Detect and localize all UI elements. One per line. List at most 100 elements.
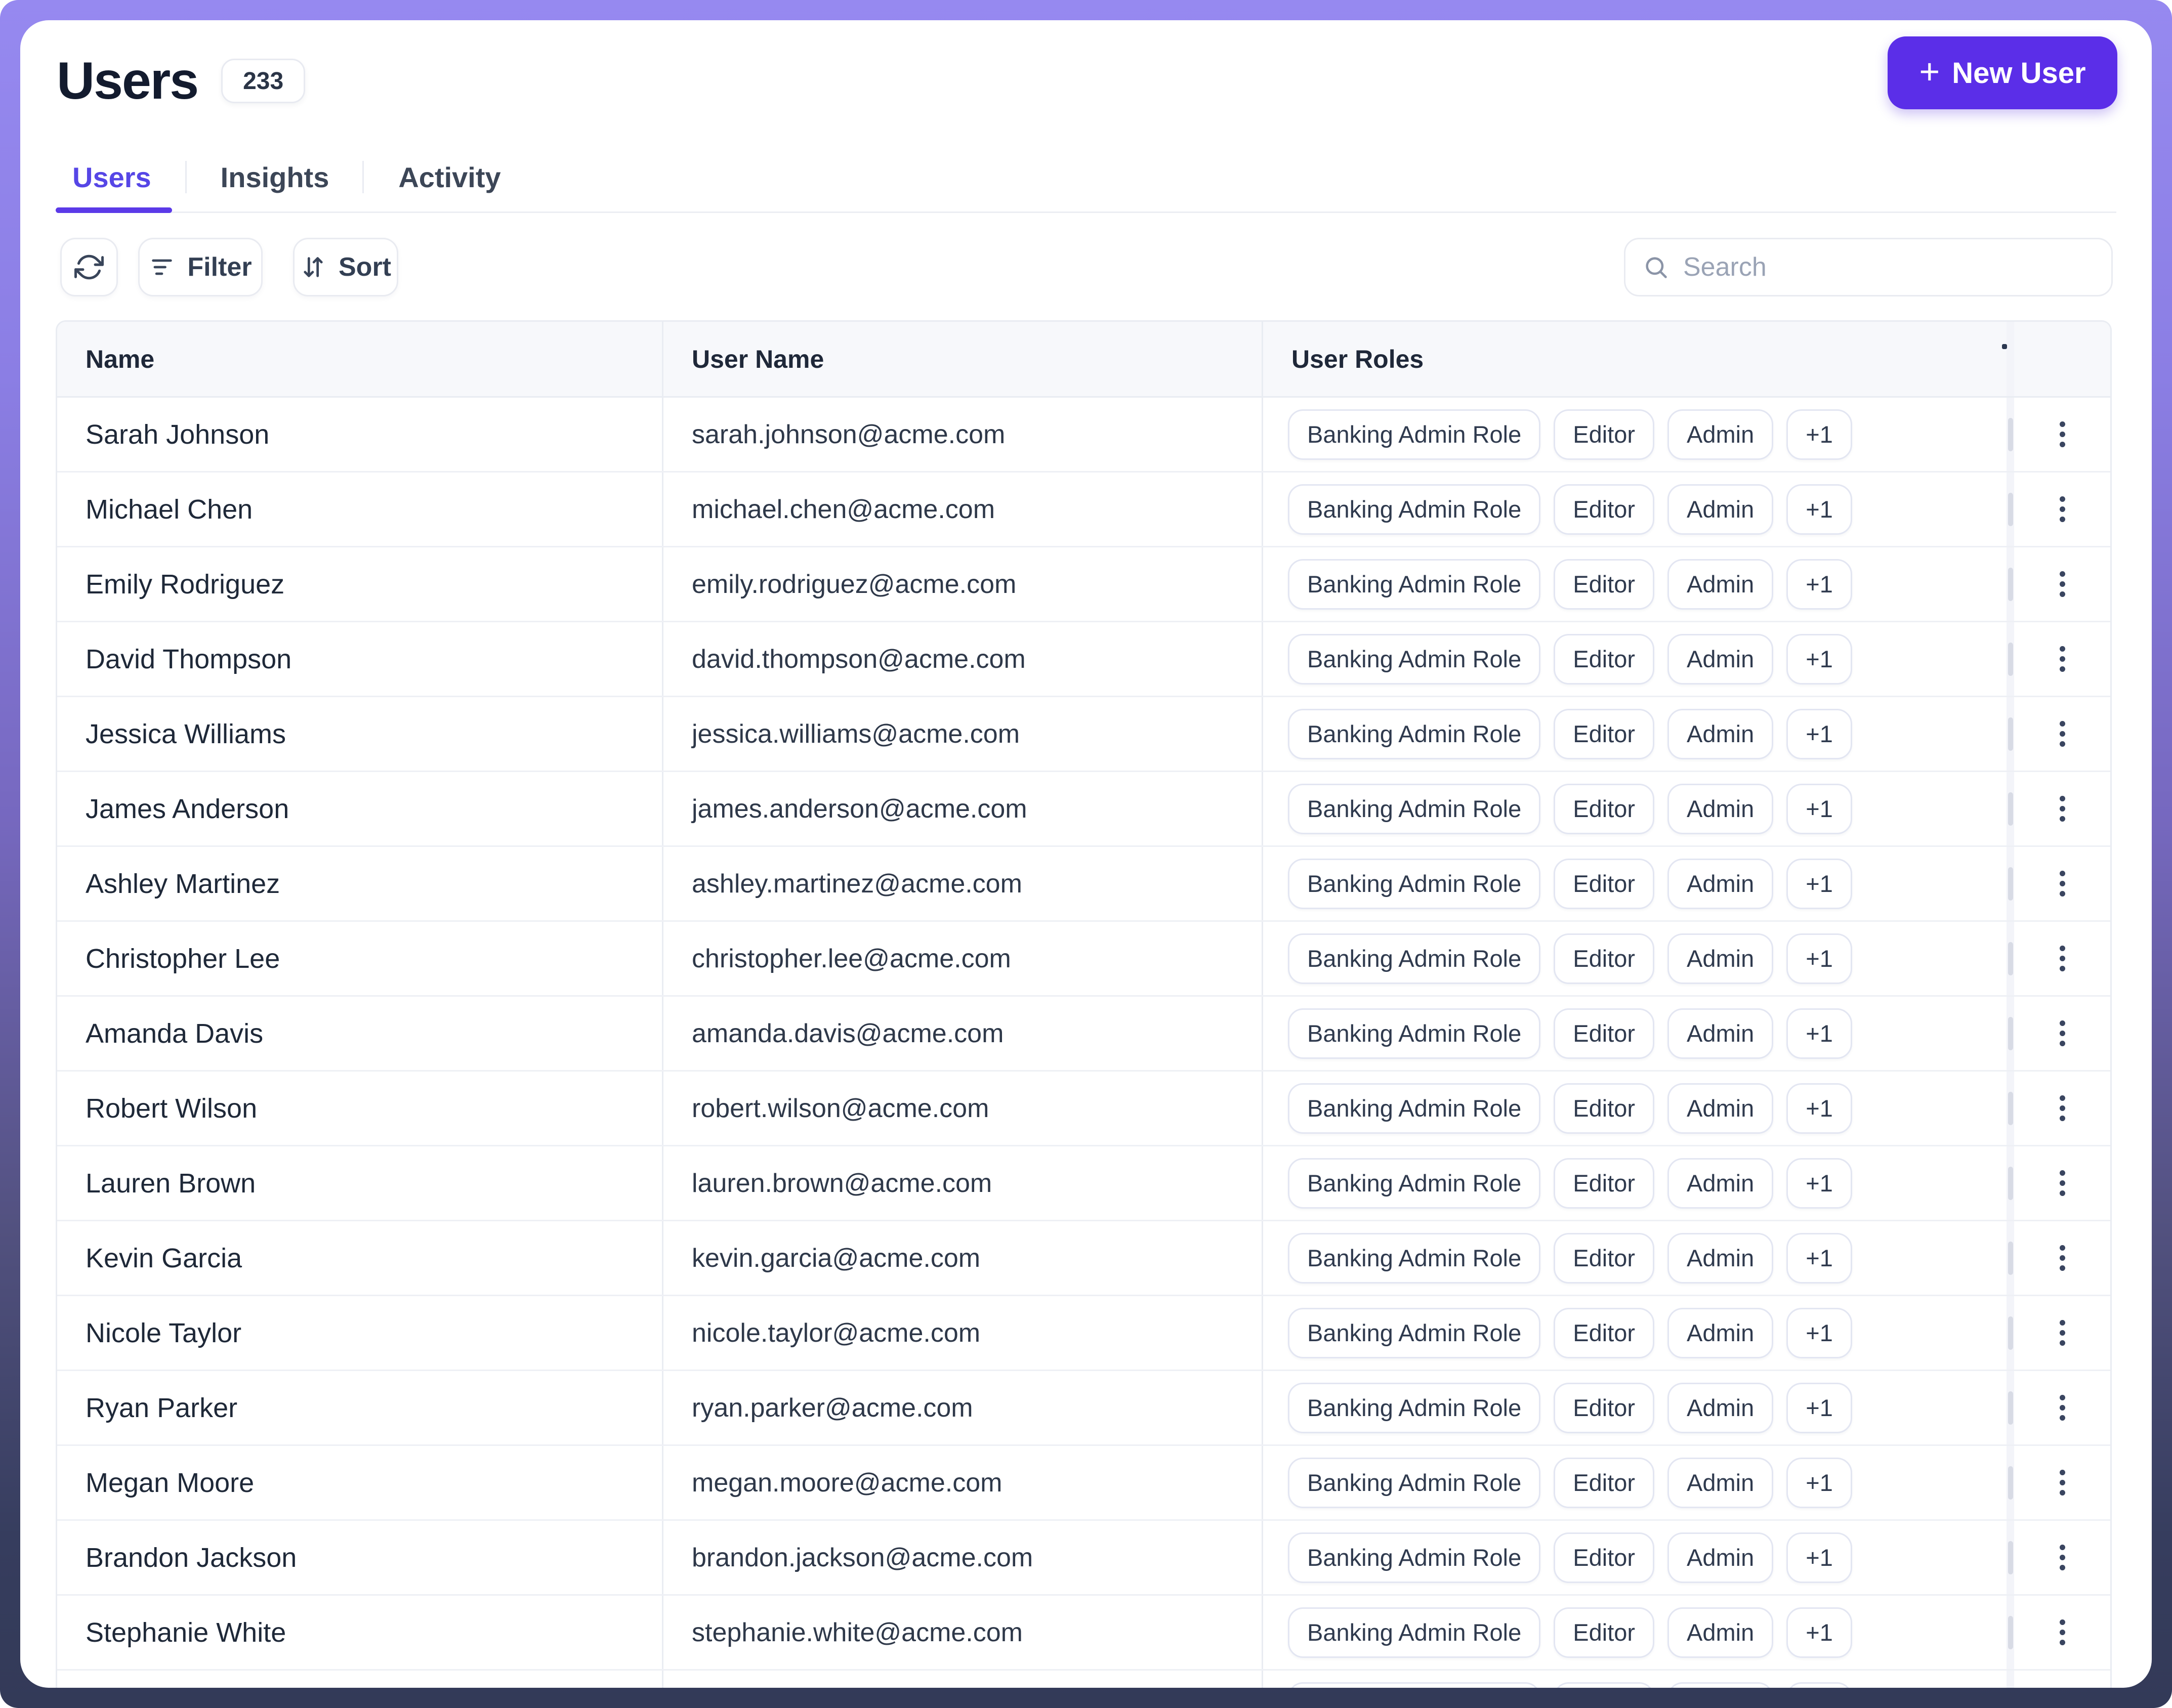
role-chip[interactable]: Banking Admin Role xyxy=(1288,634,1540,685)
table-row[interactable]: Amanda Davis amanda.davis@acme.com Banki… xyxy=(57,997,2110,1072)
role-chip[interactable]: Admin xyxy=(1667,1458,1773,1508)
role-chip[interactable]: Banking Admin Role xyxy=(1288,409,1540,460)
role-chip[interactable]: +1 xyxy=(1786,1458,1852,1508)
row-menu-kebab-icon[interactable] xyxy=(2053,1313,2072,1353)
role-chip[interactable]: +1 xyxy=(1786,1383,1852,1433)
role-chip[interactable]: Banking Admin Role xyxy=(1288,859,1540,909)
role-chip[interactable]: Editor xyxy=(1554,634,1654,685)
new-user-button[interactable]: + New User xyxy=(1888,36,2117,109)
role-chip[interactable]: Banking Admin Role xyxy=(1288,933,1540,984)
row-menu-kebab-icon[interactable] xyxy=(2053,714,2072,754)
role-chip[interactable]: Admin xyxy=(1667,1532,1773,1583)
role-chip[interactable]: Banking Admin Role xyxy=(1288,1607,1540,1658)
role-chip[interactable]: Banking Admin Role xyxy=(1288,1008,1540,1059)
row-drag-handle[interactable] xyxy=(2008,867,2013,901)
role-chip[interactable]: +1 xyxy=(1786,1008,1852,1059)
role-chip[interactable]: +1 xyxy=(1786,484,1852,535)
role-chip[interactable]: Admin xyxy=(1667,859,1773,909)
row-menu-kebab-icon[interactable] xyxy=(2053,1163,2072,1203)
role-chip[interactable]: Admin xyxy=(1667,634,1773,685)
role-chip[interactable]: Editor xyxy=(1554,1158,1654,1209)
row-drag-handle[interactable] xyxy=(2008,1391,2013,1425)
row-drag-handle[interactable] xyxy=(2008,1466,2013,1500)
role-chip[interactable]: Banking Admin Role xyxy=(1288,484,1540,535)
row-drag-handle[interactable] xyxy=(2008,1092,2013,1125)
row-menu-kebab-icon[interactable] xyxy=(2053,564,2072,604)
role-chip[interactable]: Editor xyxy=(1554,784,1654,834)
role-chip[interactable]: Banking Admin Role xyxy=(1288,559,1540,610)
role-chip[interactable]: +1 xyxy=(1786,634,1852,685)
role-chip[interactable]: Banking Admin Role xyxy=(1288,1158,1540,1209)
role-chip[interactable]: Editor xyxy=(1554,1383,1654,1433)
row-menu-kebab-icon[interactable] xyxy=(2053,1538,2072,1577)
role-chip[interactable]: Editor xyxy=(1554,1308,1654,1358)
row-drag-handle[interactable] xyxy=(2008,1541,2013,1574)
row-drag-handle[interactable] xyxy=(2008,1167,2013,1200)
role-chip[interactable]: Banking Admin Role xyxy=(1288,1458,1540,1508)
role-chip[interactable]: Admin xyxy=(1667,784,1773,834)
tab-users[interactable]: Users xyxy=(57,161,185,194)
role-chip[interactable]: +1 xyxy=(1786,1532,1852,1583)
role-chip[interactable]: Admin xyxy=(1667,559,1773,610)
role-chip[interactable]: Admin xyxy=(1667,1682,1773,1688)
row-menu-kebab-icon[interactable] xyxy=(2053,1388,2072,1428)
table-row[interactable]: Emily Rodriguez emily.rodriguez@acme.com… xyxy=(57,547,2110,622)
role-chip[interactable]: Editor xyxy=(1554,709,1654,759)
table-row[interactable]: Christopher Lee christopher.lee@acme.com… xyxy=(57,922,2110,997)
row-drag-handle[interactable] xyxy=(2008,1316,2013,1350)
row-menu-kebab-icon[interactable] xyxy=(2053,1463,2072,1503)
row-drag-handle[interactable] xyxy=(2008,1242,2013,1275)
table-row[interactable]: Michael Chen michael.chen@acme.com Banki… xyxy=(57,473,2110,547)
row-menu-kebab-icon[interactable] xyxy=(2053,1088,2072,1128)
role-chip[interactable]: Editor xyxy=(1554,933,1654,984)
table-row[interactable]: David Thompson david.thompson@acme.com B… xyxy=(57,622,2110,697)
row-drag-handle[interactable] xyxy=(2008,1017,2013,1050)
role-chip[interactable]: Admin xyxy=(1667,1233,1773,1284)
role-chip[interactable]: Banking Admin Role xyxy=(1288,1308,1540,1358)
table-row[interactable]: Lauren Brown lauren.brown@acme.com Banki… xyxy=(57,1146,2110,1221)
row-drag-handle[interactable] xyxy=(2008,643,2013,676)
row-menu-kebab-icon[interactable] xyxy=(2053,1238,2072,1278)
table-row[interactable]: James Anderson james.anderson@acme.com B… xyxy=(57,772,2110,847)
role-chip[interactable]: Admin xyxy=(1667,1607,1773,1658)
row-menu-kebab-icon[interactable] xyxy=(2053,789,2072,829)
refresh-button[interactable] xyxy=(60,238,118,296)
role-chip[interactable]: +1 xyxy=(1786,409,1852,460)
row-menu-kebab-icon[interactable] xyxy=(2053,489,2072,529)
role-chip[interactable]: Admin xyxy=(1667,709,1773,759)
role-chip[interactable]: +1 xyxy=(1786,1158,1852,1209)
tab-insights[interactable]: Insights xyxy=(187,161,363,194)
role-chip[interactable]: +1 xyxy=(1786,1233,1852,1284)
role-chip[interactable]: +1 xyxy=(1786,1607,1852,1658)
row-drag-handle[interactable] xyxy=(2008,942,2013,975)
role-chip[interactable]: +1 xyxy=(1786,1682,1852,1688)
role-chip[interactable]: +1 xyxy=(1786,784,1852,834)
search-input[interactable] xyxy=(1682,251,2094,283)
role-chip[interactable]: Editor xyxy=(1554,1233,1654,1284)
role-chip[interactable]: +1 xyxy=(1786,859,1852,909)
role-chip[interactable]: Editor xyxy=(1554,559,1654,610)
table-row[interactable]: Ashley Martinez ashley.martinez@acme.com… xyxy=(57,847,2110,922)
table-row[interactable]: Nicole Taylor nicole.taylor@acme.com Ban… xyxy=(57,1296,2110,1371)
row-drag-handle[interactable] xyxy=(2008,418,2013,451)
role-chip[interactable]: Banking Admin Role xyxy=(1288,1083,1540,1134)
role-chip[interactable]: +1 xyxy=(1786,933,1852,984)
table-row[interactable]: Jessica Williams jessica.williams@acme.c… xyxy=(57,697,2110,772)
role-chip[interactable]: Admin xyxy=(1667,1008,1773,1059)
role-chip[interactable]: +1 xyxy=(1786,1083,1852,1134)
row-drag-handle[interactable] xyxy=(2008,1616,2013,1649)
table-row[interactable]: Stephanie White stephanie.white@acme.com… xyxy=(57,1596,2110,1671)
tab-activity[interactable]: Activity xyxy=(364,161,521,194)
role-chip[interactable]: Admin xyxy=(1667,1158,1773,1209)
row-menu-kebab-icon[interactable] xyxy=(2053,1687,2072,1688)
role-chip[interactable]: Editor xyxy=(1554,1532,1654,1583)
role-chip[interactable]: Banking Admin Role xyxy=(1288,1233,1540,1284)
table-row[interactable]: Megan Moore megan.moore@acme.com Banking… xyxy=(57,1446,2110,1521)
role-chip[interactable]: Admin xyxy=(1667,1083,1773,1134)
table-row[interactable]: Kevin Garcia kevin.garcia@acme.com Banki… xyxy=(57,1221,2110,1296)
row-menu-kebab-icon[interactable] xyxy=(2053,1013,2072,1053)
role-chip[interactable]: Banking Admin Role xyxy=(1288,1383,1540,1433)
role-chip[interactable]: Editor xyxy=(1554,409,1654,460)
role-chip[interactable]: Editor xyxy=(1554,1083,1654,1134)
role-chip[interactable]: Admin xyxy=(1667,484,1773,535)
